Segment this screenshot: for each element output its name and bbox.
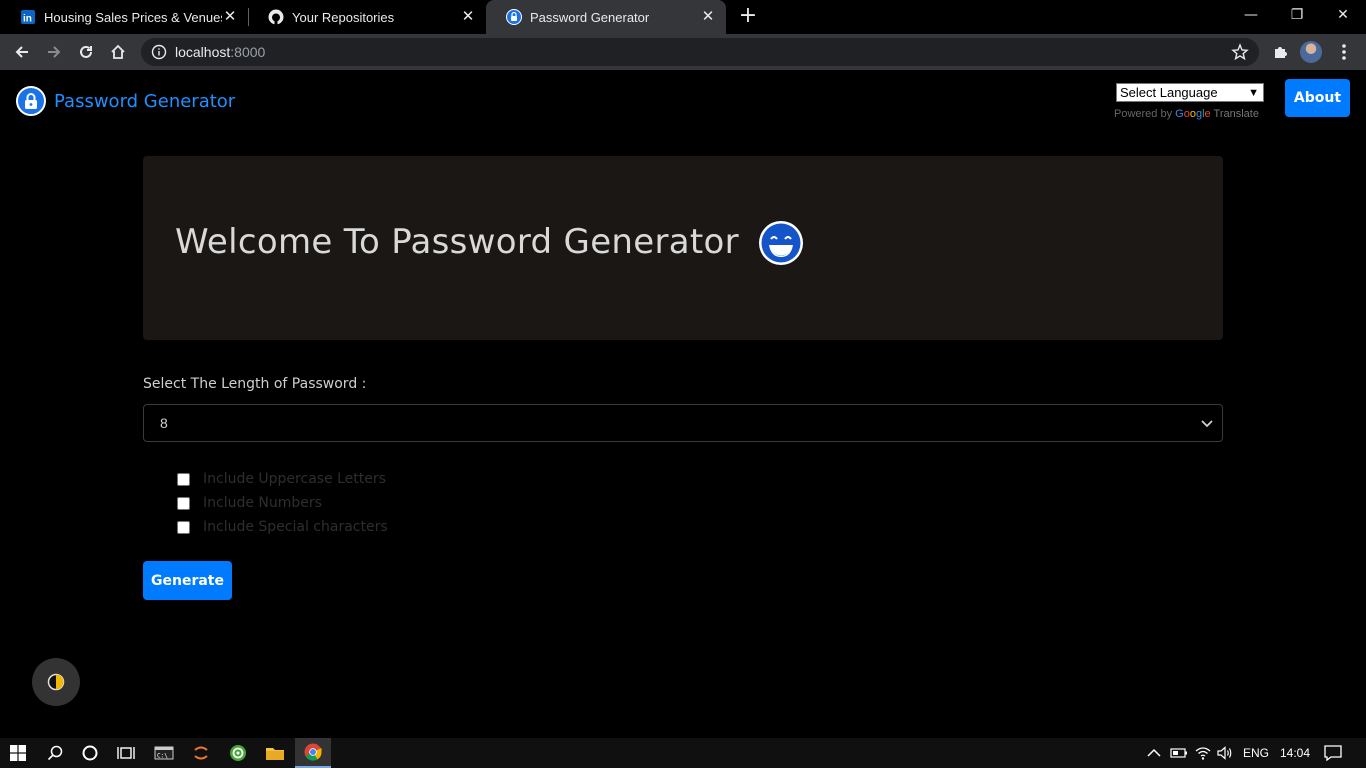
lock-icon: [506, 9, 522, 25]
address-bar[interactable]: localhost:8000: [141, 38, 1259, 66]
task-view-icon[interactable]: [108, 738, 144, 768]
new-tab-button[interactable]: +: [736, 5, 760, 29]
file-explorer-icon[interactable]: [257, 738, 293, 768]
search-icon[interactable]: [37, 738, 73, 768]
bookmark-star-icon[interactable]: [1231, 43, 1249, 61]
svg-text:in: in: [23, 14, 32, 25]
close-tab-icon[interactable]: ✕: [222, 9, 238, 25]
numbers-checkbox[interactable]: [177, 496, 190, 510]
windows-taskbar: C:\ ENG 14:04: [0, 738, 1366, 768]
powered-by-text: Powered by: [1114, 108, 1173, 120]
restore-icon[interactable]: ❐: [1274, 0, 1320, 32]
theme-toggle-button[interactable]: [32, 658, 80, 706]
browser-toolbar: localhost:8000: [0, 34, 1366, 70]
svg-text:C:\: C:\: [157, 753, 168, 760]
cortana-icon[interactable]: [72, 738, 108, 768]
lock-icon: [16, 86, 46, 116]
hero-banner: Welcome To Password Generator: [143, 156, 1223, 340]
google-letter: G: [1175, 108, 1184, 120]
navbar-brand[interactable]: Password Generator: [16, 86, 235, 116]
forward-icon[interactable]: [40, 38, 68, 66]
numbers-label: Include Numbers: [203, 495, 322, 511]
chevron-down-icon: ▼: [1248, 87, 1259, 99]
tab-password-generator[interactable]: Password Generator ✕: [486, 0, 726, 34]
anaconda-icon[interactable]: [220, 738, 256, 768]
length-label: Select The Length of Password :: [143, 376, 367, 392]
back-icon[interactable]: [8, 38, 36, 66]
option-special[interactable]: Include Special characters: [177, 519, 388, 535]
about-button[interactable]: About: [1285, 79, 1350, 117]
windows-start-icon[interactable]: [0, 738, 36, 768]
url-port: :8000: [230, 44, 266, 60]
grinning-face-icon: [758, 220, 804, 266]
tab-title: Your Repositories: [292, 9, 395, 25]
tab-title: Password Generator: [530, 9, 650, 25]
uppercase-label: Include Uppercase Letters: [203, 471, 386, 487]
close-tab-icon[interactable]: ✕: [700, 9, 716, 25]
google-letter: e: [1204, 108, 1211, 120]
language-select-value: Select Language: [1120, 85, 1218, 100]
brand-title: Password Generator: [54, 90, 236, 112]
half-moon-icon: [47, 673, 65, 691]
menu-kebab-icon[interactable]: [1330, 38, 1358, 66]
tab-linkedin[interactable]: in Housing Sales Prices & Venues D ✕: [0, 0, 248, 34]
volume-icon[interactable]: [1207, 738, 1243, 768]
url-host: localhost: [175, 44, 231, 60]
uppercase-checkbox[interactable]: [177, 472, 190, 486]
tab-github[interactable]: Your Repositories ✕: [248, 0, 486, 34]
github-icon: [268, 9, 284, 25]
extensions-icon[interactable]: [1266, 38, 1294, 66]
google-translate-credit: Powered by Google Translate: [1114, 108, 1259, 120]
generate-button[interactable]: Generate: [143, 561, 232, 600]
linkedin-icon: in: [20, 9, 36, 25]
special-checkbox[interactable]: [177, 520, 190, 534]
reload-icon[interactable]: [72, 38, 100, 66]
close-tab-icon[interactable]: ✕: [460, 9, 476, 25]
minimize-icon[interactable]: —: [1228, 0, 1274, 32]
page-content: Password Generator Select Language ▼ Pow…: [0, 70, 1366, 738]
jupyter-icon[interactable]: [183, 738, 219, 768]
password-length-select[interactable]: 8: [143, 404, 1223, 442]
language-select[interactable]: Select Language ▼: [1116, 83, 1264, 102]
hero-title: Welcome To Password Generator: [175, 222, 739, 262]
close-window-icon[interactable]: ✕: [1320, 0, 1366, 32]
chevron-down-icon: [1200, 416, 1214, 430]
site-info-icon[interactable]: [151, 44, 167, 60]
profile-avatar[interactable]: [1300, 41, 1322, 63]
browser-tab-strip: in Housing Sales Prices & Venues D ✕ You…: [0, 0, 1366, 34]
notifications-icon[interactable]: [1315, 738, 1351, 768]
special-label: Include Special characters: [203, 519, 388, 535]
input-language[interactable]: ENG: [1243, 738, 1269, 768]
option-uppercase[interactable]: Include Uppercase Letters: [177, 471, 386, 487]
password-length-value: 8: [160, 415, 168, 431]
option-numbers[interactable]: Include Numbers: [177, 495, 322, 511]
tab-title: Housing Sales Prices & Venues D: [44, 9, 222, 25]
home-icon[interactable]: [104, 38, 132, 66]
chrome-taskbar-icon[interactable]: [295, 738, 331, 768]
translate-link[interactable]: Translate: [1214, 108, 1259, 120]
clock[interactable]: 14:04: [1280, 738, 1310, 768]
google-logo[interactable]: Google: [1175, 108, 1211, 120]
terminal-icon[interactable]: C:\: [146, 738, 182, 768]
